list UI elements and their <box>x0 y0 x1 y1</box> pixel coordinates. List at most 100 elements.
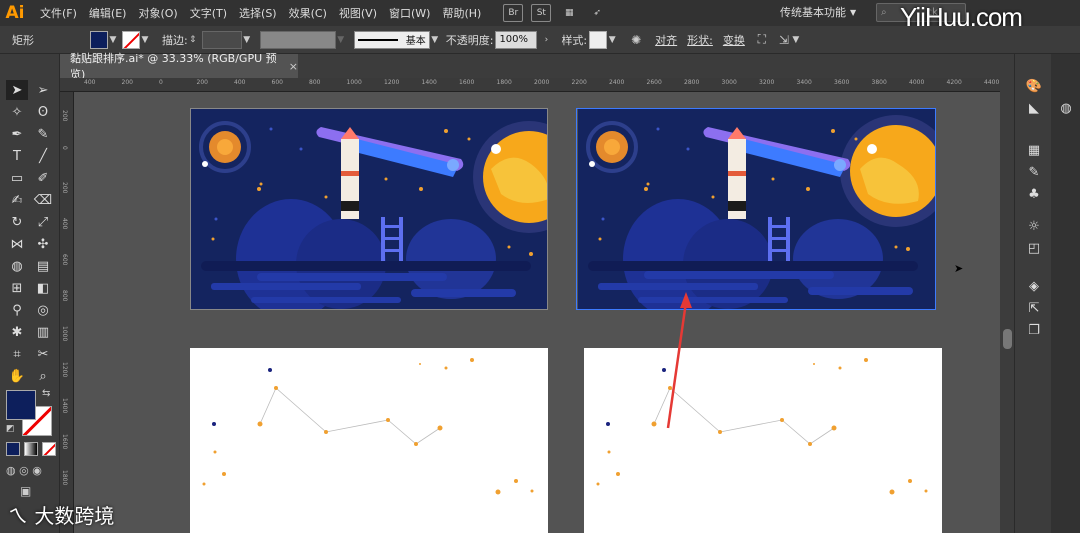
lasso-tool-icon[interactable]: ʘ <box>32 102 54 122</box>
stock-icon[interactable]: St <box>531 4 552 22</box>
recolor-icon[interactable]: ✺ <box>629 33 643 47</box>
artboard-stars-right[interactable] <box>584 348 942 533</box>
eyedropper-tool-icon[interactable]: ⚲ <box>6 300 28 320</box>
type-tool-icon[interactable]: T <box>6 146 28 166</box>
document-tab[interactable]: 黏贴跟排序.ai* @ 33.33% (RGB/GPU 预览) × <box>60 52 298 81</box>
puppet-warp-tool-icon[interactable]: ✣ <box>32 234 54 254</box>
libraries-panel-icon[interactable]: ◍ <box>1055 98 1077 118</box>
layers-panel-icon[interactable]: ◈ <box>1023 276 1045 296</box>
arrange-icon[interactable]: ⇲ <box>777 33 791 47</box>
symbols-panel-icon[interactable]: ♣ <box>1023 184 1045 204</box>
symbol-sprayer-tool-icon[interactable]: ✱ <box>6 322 28 342</box>
drawing-mode-icon[interactable]: ◍ ◎ ◉ <box>6 464 42 477</box>
blend-tool-icon[interactable]: ◎ <box>32 300 54 320</box>
ruler-tick-label: 600 <box>61 254 68 266</box>
color-mode-icon[interactable] <box>6 442 20 456</box>
align-label[interactable]: 对齐 <box>655 32 677 48</box>
line-tool-icon[interactable]: ╱ <box>32 146 54 166</box>
menu-select[interactable]: 选择(S) <box>233 5 283 21</box>
graphic-styles-panel-icon[interactable]: ◰ <box>1023 238 1045 258</box>
swatches-panel-icon[interactable]: ▦ <box>1023 140 1045 160</box>
vertical-ruler[interactable]: 200 0 200 400 600 800 1000 1200 1400 1600 1800 2000… <box>60 92 74 533</box>
brushes-panel-icon[interactable]: ✎ <box>1023 162 1045 182</box>
shape-builder-tool-icon[interactable]: ◍ <box>6 256 28 276</box>
artboard-stars-left[interactable] <box>190 348 548 533</box>
chevron-down-icon[interactable]: ▼ <box>140 35 150 45</box>
opacity-field[interactable]: 100% <box>495 30 538 49</box>
close-icon[interactable]: × <box>289 60 298 73</box>
pen-tool-icon[interactable]: ✒ <box>6 124 28 144</box>
screen-mode-icon[interactable]: ▣ <box>20 484 31 498</box>
direct-selection-tool-icon[interactable]: ➢ <box>32 80 54 100</box>
chevron-down-icon[interactable]: ▼ <box>791 35 801 45</box>
fill-color-swatch[interactable] <box>6 390 36 420</box>
bridge-icon[interactable]: Br <box>503 4 524 22</box>
menu-file[interactable]: 文件(F) <box>34 5 83 21</box>
color-guide-icon[interactable]: ◣ <box>1023 98 1045 118</box>
rectangle-tool-icon[interactable]: ▭ <box>6 168 28 188</box>
hand-tool-icon[interactable]: ✋ <box>6 366 28 386</box>
menu-object[interactable]: 对象(O) <box>132 5 183 21</box>
artboard-tool-icon[interactable]: ⌗ <box>6 344 28 364</box>
column-graph-tool-icon[interactable]: ▥ <box>32 322 54 342</box>
artboards-panel-icon[interactable]: ❐ <box>1023 320 1045 340</box>
chevron-right-icon[interactable]: › <box>541 35 551 45</box>
arrange-documents-icon[interactable]: ▦ <box>559 4 579 22</box>
export-panel-icon[interactable]: ⇱ <box>1023 298 1045 318</box>
graphic-style-swatch[interactable] <box>589 30 608 49</box>
stepper-icon[interactable]: ⇕ <box>188 35 198 45</box>
object-type-label: 矩形 <box>12 33 34 47</box>
width-tool-icon[interactable]: ⋈ <box>6 234 28 254</box>
artboard-illustration-left[interactable] <box>190 108 548 310</box>
app-logo: Ai <box>5 3 25 23</box>
appearance-panel-icon[interactable]: ☼ <box>1023 216 1045 236</box>
perspective-grid-tool-icon[interactable]: ▤ <box>32 256 54 276</box>
isolate-icon[interactable]: ⛶ <box>755 32 769 47</box>
canvas[interactable]: ➤ <box>74 92 1000 533</box>
color-panel-icon[interactable]: 🎨 <box>1023 76 1045 96</box>
stroke-style-label: 基本 <box>405 36 426 47</box>
default-colors-icon[interactable]: ◩ <box>6 424 15 434</box>
menu-view[interactable]: 视图(V) <box>333 5 383 21</box>
mesh-tool-icon[interactable]: ⊞ <box>6 278 28 298</box>
curvature-tool-icon[interactable]: ✎ <box>32 124 54 144</box>
transform-label[interactable]: 变换 <box>723 32 745 48</box>
eraser-tool-icon[interactable]: ⌫ <box>32 190 54 210</box>
gpu-rocket-icon[interactable]: ➶ <box>587 4 607 22</box>
horizontal-ruler[interactable]: 400 200 0 200 400 600 800 1000 1200 1400 1600 1800 2… <box>60 78 1000 92</box>
variable-width-field[interactable] <box>259 30 336 49</box>
swap-colors-icon[interactable]: ⇆ <box>42 388 50 399</box>
workspace-switcher[interactable]: 传统基本功能 ▼ <box>780 2 870 22</box>
chevron-down-icon[interactable]: ▼ <box>242 35 252 45</box>
menu-help[interactable]: 帮助(H) <box>436 5 487 21</box>
slice-tool-icon[interactable]: ✂ <box>32 344 54 364</box>
magic-wand-tool-icon[interactable]: ✧ <box>6 102 28 122</box>
shape-label[interactable]: 形状: <box>687 32 713 48</box>
ruler-tick-label: 1600 <box>61 434 68 450</box>
stroke-swatch[interactable] <box>122 30 140 49</box>
shaper-tool-icon[interactable]: ✍ <box>6 190 28 210</box>
none-mode-icon[interactable] <box>42 442 56 456</box>
gradient-tool-icon[interactable]: ◧ <box>32 278 54 298</box>
artboard-illustration-right[interactable] <box>576 108 936 310</box>
rotate-tool-icon[interactable]: ↻ <box>6 212 28 232</box>
menu-effect[interactable]: 效果(C) <box>283 5 333 21</box>
vertical-scrollbar-thumb[interactable] <box>1003 329 1012 349</box>
brush-definition-field[interactable]: 基本 <box>353 30 430 49</box>
chevron-down-icon[interactable]: ▼ <box>336 35 346 45</box>
chevron-down-icon[interactable]: ▼ <box>430 35 440 45</box>
menu-type[interactable]: 文字(T) <box>184 5 233 21</box>
menu-window[interactable]: 窗口(W) <box>383 5 436 21</box>
chevron-down-icon[interactable]: ▼ <box>607 35 617 45</box>
fill-swatch[interactable] <box>90 30 108 49</box>
vertical-scrollbar[interactable] <box>1000 54 1014 533</box>
gradient-mode-icon[interactable] <box>24 442 38 456</box>
selection-tool-icon[interactable]: ➤ <box>6 80 28 100</box>
chevron-down-icon[interactable]: ▼ <box>108 35 118 45</box>
paintbrush-tool-icon[interactable]: ✐ <box>32 168 54 188</box>
menu-edit[interactable]: 编辑(E) <box>83 5 133 21</box>
stroke-weight-field[interactable] <box>201 30 242 49</box>
zoom-tool-icon[interactable]: ⌕ <box>32 366 54 386</box>
scale-tool-icon[interactable]: ⤢ <box>32 212 54 232</box>
ruler-tick-label: 1200 <box>61 362 68 378</box>
